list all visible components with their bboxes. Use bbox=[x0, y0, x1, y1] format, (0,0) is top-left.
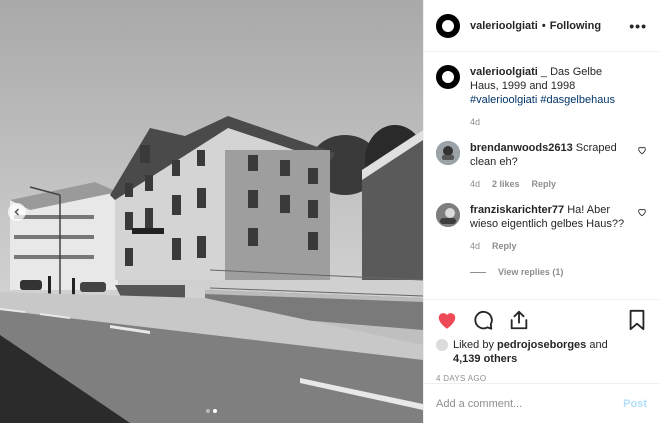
carousel-prev-button[interactable] bbox=[8, 203, 26, 221]
header-username[interactable]: valerioolgiati bbox=[470, 20, 538, 32]
avatar[interactable] bbox=[436, 13, 460, 38]
bookmark-icon[interactable] bbox=[627, 309, 647, 331]
liker-username[interactable]: pedrojoseborges bbox=[497, 339, 586, 351]
comments-list[interactable]: valerioolgiati _ Das Gelbe Haus, 1999 an… bbox=[424, 52, 659, 299]
instagram-post: valerioolgiati • Following ••• valeriool… bbox=[0, 0, 659, 423]
likes-summary: Liked by pedrojoseborges and 4,139 other… bbox=[436, 338, 647, 366]
comment-time[interactable]: 4d bbox=[470, 177, 480, 191]
hashtag-link[interactable]: #valerioolgiati bbox=[470, 94, 537, 106]
carousel-dot-active bbox=[213, 409, 217, 413]
caption-username[interactable]: valerioolgiati bbox=[470, 66, 538, 78]
hashtag-link[interactable]: #dasgelbehaus bbox=[540, 94, 615, 106]
share-icon[interactable] bbox=[508, 309, 530, 331]
post-sidebar: valerioolgiati • Following ••• valeriool… bbox=[423, 0, 659, 423]
photo-black-white-yellow-house bbox=[0, 0, 423, 423]
likes-middle: and bbox=[586, 339, 608, 351]
likes-prefix: Liked by bbox=[453, 339, 498, 351]
add-comment-bar: Add a comment... Post bbox=[424, 383, 659, 423]
carousel-indicator bbox=[0, 409, 423, 413]
small-heart-icon[interactable] bbox=[637, 145, 647, 155]
post-actions: Liked by pedrojoseborges and 4,139 other… bbox=[424, 299, 659, 383]
comment-username[interactable]: brendanwoods2613 bbox=[470, 142, 573, 154]
post-button[interactable]: Post bbox=[623, 398, 647, 410]
reply-button[interactable]: Reply bbox=[492, 239, 517, 253]
comment-likes[interactable]: 2 likes bbox=[492, 177, 520, 191]
liker-avatar[interactable] bbox=[436, 339, 448, 351]
small-heart-icon[interactable] bbox=[637, 207, 647, 217]
comment-item: brendanwoods2613 Scraped clean eh? 4d 2 … bbox=[436, 141, 647, 191]
more-icon[interactable]: ••• bbox=[629, 18, 647, 34]
carousel-dot bbox=[206, 409, 210, 413]
reply-button[interactable]: Reply bbox=[532, 177, 557, 191]
post-photo[interactable] bbox=[0, 0, 423, 423]
likes-others[interactable]: 4,139 others bbox=[453, 353, 517, 365]
caption-time[interactable]: 4d bbox=[470, 115, 480, 129]
comment-input[interactable]: Add a comment... bbox=[436, 398, 623, 410]
comment-time[interactable]: 4d bbox=[470, 239, 480, 253]
avatar[interactable] bbox=[436, 65, 460, 89]
post-date[interactable]: 4 DAYS AGO bbox=[436, 374, 647, 383]
comment-item: franziskarichter77 Ha! Aber wieso eigent… bbox=[436, 203, 647, 253]
view-replies-label: View replies (1) bbox=[498, 267, 564, 277]
comment-icon[interactable] bbox=[472, 309, 494, 331]
divider bbox=[470, 271, 486, 273]
caption: valerioolgiati _ Das Gelbe Haus, 1999 an… bbox=[436, 65, 647, 129]
header-separator: • bbox=[541, 19, 546, 32]
avatar[interactable] bbox=[436, 203, 460, 227]
heart-icon[interactable] bbox=[436, 309, 458, 331]
avatar[interactable] bbox=[436, 141, 460, 165]
post-header: valerioolgiati • Following ••• bbox=[424, 0, 659, 52]
comment-username[interactable]: franziskarichter77 bbox=[470, 204, 564, 216]
following-button[interactable]: Following bbox=[550, 20, 601, 32]
chevron-left-icon bbox=[14, 208, 20, 216]
view-replies-button[interactable]: View replies (1) bbox=[470, 267, 647, 277]
